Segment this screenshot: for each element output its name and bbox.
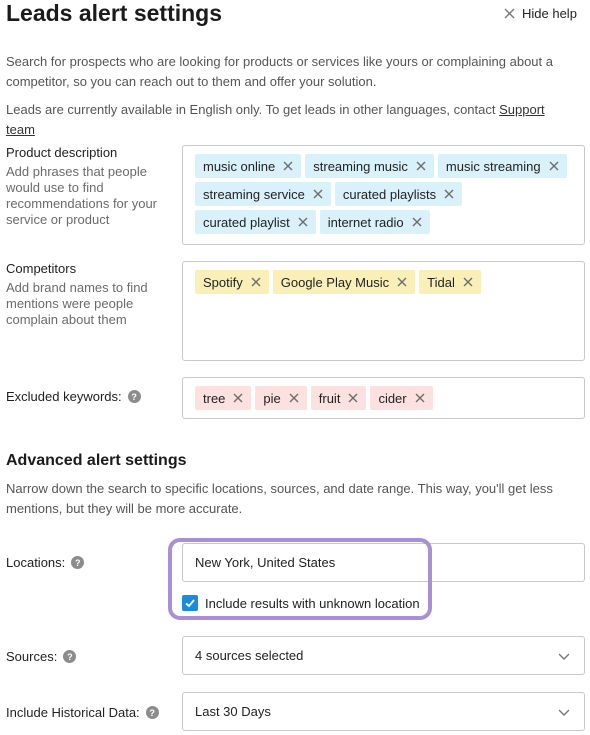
- product-description-field[interactable]: music online streaming music music streami…: [182, 145, 585, 245]
- locations-row: Locations: ?: [6, 555, 85, 570]
- advanced-settings-title: Advanced alert settings: [6, 452, 187, 469]
- hide-help-label: Hide help: [522, 6, 577, 21]
- competitor-tag: Tidal: [419, 270, 481, 294]
- competitor-tag: Google Play Music: [272, 270, 416, 294]
- remove-tag-icon[interactable]: [442, 187, 456, 201]
- product-description-tags: music online streaming music music streami…: [183, 146, 584, 238]
- remove-tag-icon[interactable]: [231, 391, 245, 405]
- tag-label: internet radio: [327, 214, 404, 230]
- help-icon[interactable]: ?: [127, 390, 141, 403]
- remove-tag-icon[interactable]: [413, 391, 427, 405]
- competitors-help: Add brand names to find mentions were pe…: [6, 280, 148, 327]
- unknown-location-checkbox[interactable]: [182, 595, 198, 611]
- excluded-keywords-row: Excluded keywords: ?: [6, 389, 141, 404]
- chevron-down-icon: [558, 709, 570, 716]
- product-description-tag: music streaming: [437, 154, 567, 178]
- remove-tag-icon[interactable]: [346, 391, 360, 405]
- sources-label: Sources:: [6, 649, 58, 664]
- product-description-tag: curated playlists: [334, 182, 463, 206]
- remove-tag-icon[interactable]: [249, 275, 263, 289]
- tag-label: curated playlist: [203, 214, 290, 230]
- tag-label: streaming service: [203, 186, 305, 202]
- product-description-tag: streaming music: [305, 154, 434, 178]
- hide-help-button[interactable]: Hide help: [504, 6, 577, 21]
- help-icon[interactable]: ?: [63, 650, 77, 663]
- tag-label: Spotify: [203, 274, 243, 290]
- intro-text: Search for prospects who are looking for…: [6, 54, 553, 89]
- remove-tag-icon[interactable]: [311, 187, 325, 201]
- product-description-help: Add phrases that people would use to fin…: [6, 164, 158, 227]
- competitor-tag: Spotify: [195, 270, 269, 294]
- chevron-down-icon: [558, 653, 570, 660]
- remove-tag-icon[interactable]: [461, 275, 475, 289]
- historical-data-select[interactable]: Last 30 Days: [182, 692, 585, 731]
- product-description-tag: internet radio: [319, 210, 430, 234]
- close-icon: [504, 8, 515, 19]
- remove-tag-icon[interactable]: [296, 215, 310, 229]
- tag-label: music online: [203, 158, 276, 174]
- tag-label: Google Play Music: [280, 274, 390, 290]
- help-icon[interactable]: ?: [145, 706, 159, 719]
- excluded-keyword-tag: fruit: [310, 386, 367, 410]
- excluded-keyword-tag: pie: [255, 386, 307, 410]
- competitors-field[interactable]: Spotify Google Play Music Tidal: [182, 261, 585, 361]
- page-title: Leads alert settings: [6, 0, 223, 26]
- competitors-tags: Spotify Google Play Music Tidal: [183, 262, 584, 298]
- remove-tag-icon[interactable]: [395, 275, 409, 289]
- excluded-keyword-tag: tree: [195, 386, 252, 410]
- help-icon[interactable]: ?: [71, 556, 85, 569]
- tag-label: streaming music: [313, 158, 408, 174]
- tag-label: cider: [378, 390, 407, 406]
- remove-tag-icon[interactable]: [414, 159, 428, 173]
- remove-tag-icon[interactable]: [547, 159, 561, 173]
- sources-select[interactable]: 4 sources selected: [182, 636, 585, 675]
- competitors-label: Competitors: [6, 261, 77, 276]
- product-description-label: Product description: [6, 145, 118, 160]
- excluded-keywords-field[interactable]: tree pie fruit cider: [182, 377, 585, 419]
- checkmark-icon: [185, 599, 195, 608]
- historical-label: Include Historical Data:: [6, 705, 140, 720]
- product-description-tag: streaming service: [195, 182, 331, 206]
- tag-label: fruit: [318, 390, 341, 406]
- tag-label: pie: [263, 390, 281, 406]
- tag-label: curated playlists: [342, 186, 437, 202]
- tag-label: music streaming: [445, 158, 541, 174]
- historical-row: Include Historical Data: ?: [6, 705, 159, 720]
- excluded-keywords-tags: tree pie fruit cider: [183, 378, 584, 414]
- locations-label: Locations:: [6, 555, 66, 570]
- tag-label: Tidal: [427, 274, 455, 290]
- language-note: Leads are currently available in English…: [6, 100, 576, 140]
- unknown-location-label: Include results with unknown location: [205, 595, 420, 611]
- excluded-keywords-label: Excluded keywords:: [6, 389, 122, 404]
- remove-tag-icon[interactable]: [281, 159, 295, 173]
- excluded-keyword-tag: cider: [370, 386, 433, 410]
- language-note-text: Leads are currently available in English…: [6, 102, 500, 117]
- sources-value: 4 sources selected: [195, 648, 304, 663]
- product-description-tag: music online: [195, 154, 302, 178]
- advanced-settings-description: Narrow down the search to specific locat…: [6, 481, 553, 516]
- remove-tag-icon[interactable]: [410, 215, 424, 229]
- tag-label: tree: [203, 390, 226, 406]
- product-description-tag: curated playlist: [195, 210, 316, 234]
- unknown-location-option[interactable]: Include results with unknown location: [182, 595, 420, 611]
- remove-tag-icon[interactable]: [287, 391, 301, 405]
- sources-row: Sources: ?: [6, 649, 77, 664]
- historical-value: Last 30 Days: [195, 704, 271, 719]
